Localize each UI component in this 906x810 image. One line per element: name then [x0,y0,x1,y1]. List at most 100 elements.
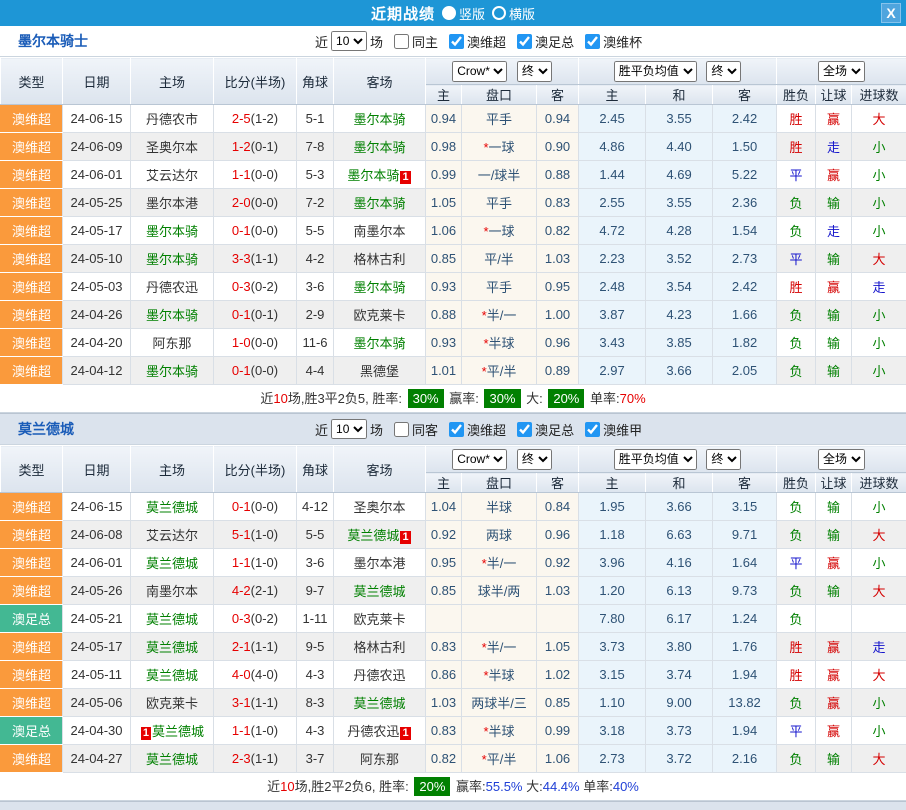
date-cell: 24-05-21 [63,605,131,633]
euro-draw-odds-cell: 3.55 [646,105,713,133]
goals-result-cell: 大 [852,105,906,133]
home-team-cell: 圣奥尔本 [131,133,214,161]
corner-cell: 4-3 [297,661,334,689]
corner-cell: 2-9 [297,301,334,329]
handicap-result-cell: 赢 [816,273,852,301]
wdl-result-cell: 胜 [777,105,816,133]
asia-away-odds-cell: 0.89 [537,357,579,385]
euro-away-odds-cell: 5.22 [713,161,777,189]
radio-vertical[interactable] [442,6,456,20]
team-label: 墨尔本骑 [353,140,405,155]
corner-cell: 4-3 [297,717,334,745]
corner-cell: 7-8 [297,133,334,161]
away-team-cell: 莫兰德城1 [334,521,426,549]
euro-away-odds-cell: 1.82 [713,329,777,357]
euro-draw-odds-cell: 6.13 [646,577,713,605]
handicap-cell: 平手 [462,105,537,133]
radio-horizontal[interactable] [492,6,506,20]
europe-time-select[interactable]: 终 [706,449,741,470]
asia-time-select[interactable]: 终 [517,449,552,470]
league-checkbox-vic-super[interactable] [449,34,464,49]
date-cell: 24-05-11 [63,661,131,689]
away-team-cell: 黑德堡 [334,357,426,385]
handicap-label: 半球 [486,500,512,515]
radio-horizontal-label[interactable]: 横版 [509,4,535,23]
fulltime-score: 0-3 [232,611,251,626]
team-label: 莫兰德城 [353,584,405,599]
team-name: 墨尔本骑士 [18,31,315,51]
league-type-cell: 澳维超 [1,521,63,549]
europe-odds-select[interactable]: 胜平负均值 [614,449,697,470]
team-label: 丹德农迅 [347,724,399,739]
league-checkbox-ffa-cup[interactable] [517,422,532,437]
home-team-cell: 莫兰德城 [131,745,214,773]
date-cell: 24-06-08 [63,521,131,549]
europe-odds-select[interactable]: 胜平负均值 [614,61,697,82]
league-type-cell: 澳维超 [1,661,63,689]
radio-vertical-label[interactable]: 竖版 [459,4,485,23]
away-team-cell: 墨尔本骑 [334,189,426,217]
goals-result-cell: 小 [852,717,906,745]
home-team-cell: 阿东那 [131,329,214,357]
home-team-cell: 莫兰德城 [131,661,214,689]
euro-home-odds-cell: 1.20 [579,577,646,605]
col-header-home: 主场 [131,446,214,493]
asia-home-odds-cell: 1.01 [426,357,462,385]
halftime-score: (0-0) [251,195,278,210]
handicap-result-cell: 输 [816,329,852,357]
home-team-cell: 墨尔本骑 [131,301,214,329]
handicap-cell: *半球 [462,717,537,745]
league-type-cell: 澳维超 [1,493,63,521]
match-row: 澳维超24-06-08艾云达尔5-1(1-0)5-5莫兰德城10.92两球0.9… [1,521,906,549]
score-cell: 0-1(0-0) [214,217,297,245]
handicap-cell: 两球半/三 [462,689,537,717]
corner-cell: 5-3 [297,161,334,189]
euro-draw-odds-cell: 3.66 [646,493,713,521]
league-label: 澳足总 [535,32,574,51]
score-cell: 1-1(1-0) [214,549,297,577]
asia-away-odds-cell: 0.85 [537,689,579,717]
scope-select[interactable]: 全场 [818,449,865,470]
euro-draw-odds-cell: 3.74 [646,661,713,689]
handicap-cell: 一/球半 [462,161,537,189]
wdl-result-cell: 胜 [777,661,816,689]
team-label: 南墨尔本 [353,224,405,239]
team-label: 莫兰德城 [146,612,198,627]
same-home-checkbox[interactable] [394,34,409,49]
handicap-cell: 半球 [462,493,537,521]
league-checkbox-vic-league1[interactable] [585,422,600,437]
bookmaker-select[interactable]: Crow* [452,61,507,82]
handicap-label: 一球 [489,224,515,239]
same-away-checkbox[interactable] [394,422,409,437]
team-label: 墨尔本骑 [146,252,198,267]
rate-badge: 30% [408,389,444,408]
red-number-badge: 1 [400,531,410,544]
team-label: 圣奥尔本 [146,140,198,155]
europe-time-select[interactable]: 终 [706,61,741,82]
league-checkbox-vic-cup[interactable] [585,34,600,49]
match-count-select[interactable]: 10 [331,419,367,439]
col-header-score: 比分(半场) [214,446,297,493]
goals-result-cell: 小 [852,133,906,161]
asia-away-odds-cell: 1.03 [537,577,579,605]
handicap-result-cell: 赢 [816,105,852,133]
league-checkbox-vic-super[interactable] [449,422,464,437]
match-count-select[interactable]: 10 [331,31,367,51]
corner-cell: 8-3 [297,689,334,717]
bookmaker-select[interactable]: Crow* [452,449,507,470]
scope-select[interactable]: 全场 [818,61,865,82]
recent-matches-table: 类型 日期 主场 比分(半场) 角球 客场 Crow* 终 胜平负均值 终 全场 [0,445,906,773]
euro-home-odds-cell: 4.86 [579,133,646,161]
handicap-label: 球半/两 [478,584,521,599]
handicap-label: 两球半/三 [471,696,527,711]
euro-away-odds-cell: 1.64 [713,549,777,577]
asia-away-odds-cell: 0.96 [537,329,579,357]
away-team-cell: 圣奥尔本 [334,493,426,521]
league-type-cell: 澳维超 [1,217,63,245]
match-row: 澳维超24-06-01莫兰德城1-1(1-0)3-6墨尔本港0.95*半/一0.… [1,549,906,577]
close-icon[interactable]: X [881,3,901,23]
asia-time-select[interactable]: 终 [517,61,552,82]
team-label: 莫兰德城 [146,500,198,515]
handicap-cell: *半/一 [462,301,537,329]
league-checkbox-ffa-cup[interactable] [517,34,532,49]
